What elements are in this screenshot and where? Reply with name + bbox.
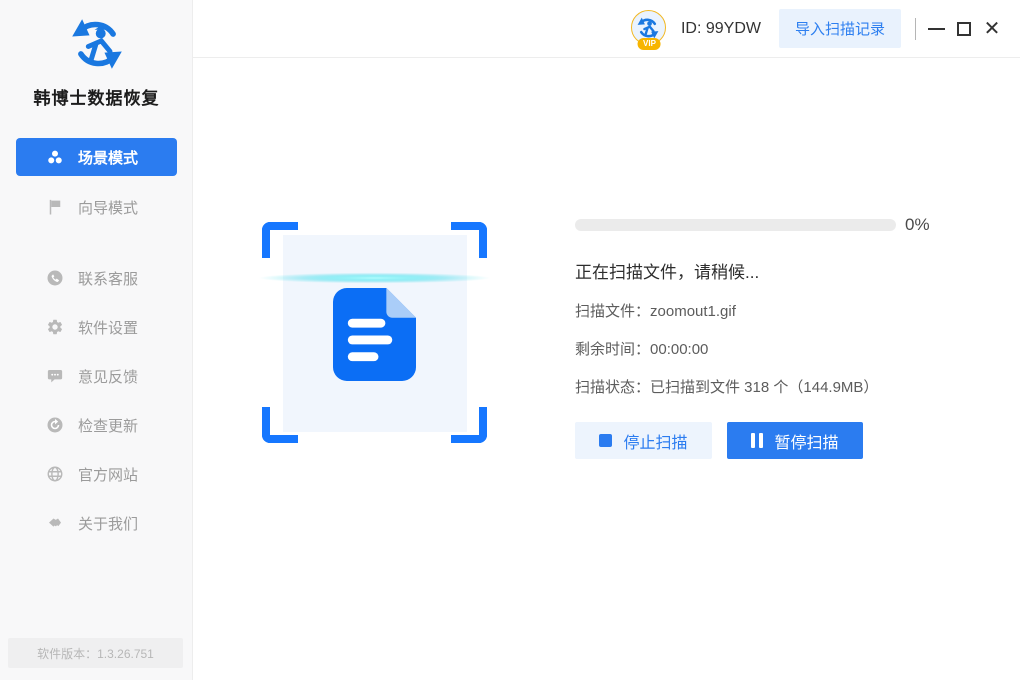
scan-state-value: 已扫描到文件 318 个（144.9MB） bbox=[650, 379, 878, 396]
settings-icon bbox=[46, 318, 64, 336]
minimize-icon bbox=[928, 28, 945, 30]
close-button[interactable]: ✕ bbox=[978, 15, 1006, 43]
sidebar-item-label: 意见反馈 bbox=[78, 366, 138, 387]
feedback-icon bbox=[46, 367, 64, 385]
remaining-time-value: 00:00:00 bbox=[650, 341, 708, 358]
scan-animation bbox=[262, 222, 487, 443]
main-content: 0% 正在扫描文件，请稍候... 扫描文件：zoomout1.gif 剩余时间：… bbox=[194, 59, 1020, 680]
sidebar-item-scene-mode[interactable]: 场景模式 bbox=[16, 138, 177, 176]
maximize-button[interactable] bbox=[950, 15, 978, 43]
wizard-mode-icon bbox=[46, 198, 64, 216]
progress-bar bbox=[575, 219, 896, 231]
viewfinder-corner-icon bbox=[262, 407, 298, 443]
sidebar-item-label: 检查更新 bbox=[78, 415, 138, 436]
sidebar-item-label: 关于我们 bbox=[78, 513, 138, 534]
maximize-icon bbox=[957, 22, 971, 36]
sidebar-item-wizard-mode[interactable]: 向导模式 bbox=[16, 188, 177, 226]
sidebar: 韩博士数据恢复 场景模式 向导模式 联系客服 软件设置 bbox=[0, 0, 193, 680]
scan-file-row: 扫描文件：zoomout1.gif bbox=[575, 300, 1015, 321]
pause-scan-label: 暂停扫描 bbox=[774, 429, 838, 453]
document-icon bbox=[333, 288, 416, 381]
scan-file-label: 扫描文件： bbox=[575, 303, 650, 320]
import-scan-records-button[interactable]: 导入扫描记录 bbox=[779, 9, 901, 48]
remaining-time-row: 剩余时间：00:00:00 bbox=[575, 338, 1015, 359]
sidebar-item-label: 官方网站 bbox=[78, 464, 138, 485]
sidebar-item-customer-service[interactable]: 联系客服 bbox=[16, 259, 177, 297]
sidebar-item-feedback[interactable]: 意见反馈 bbox=[16, 357, 177, 395]
sidebar-item-label: 联系客服 bbox=[78, 268, 138, 289]
sidebar-item-official-website[interactable]: 官方网站 bbox=[16, 455, 177, 493]
pause-scan-button[interactable]: 暂停扫描 bbox=[727, 422, 863, 459]
minimize-button[interactable] bbox=[922, 15, 950, 43]
official-website-icon bbox=[46, 465, 64, 483]
scan-state-row: 扫描状态：已扫描到文件 318 个（144.9MB） bbox=[575, 376, 1015, 397]
close-icon: ✕ bbox=[984, 19, 1001, 39]
scan-state-label: 扫描状态： bbox=[575, 379, 650, 396]
check-update-icon bbox=[46, 416, 64, 434]
pause-icon bbox=[751, 433, 763, 448]
stop-scan-button[interactable]: 停止扫描 bbox=[575, 422, 712, 459]
viewfinder-corner-icon bbox=[451, 222, 487, 258]
app-version: 软件版本：1.3.26.751 bbox=[8, 638, 183, 668]
sidebar-item-about-us[interactable]: 关于我们 bbox=[16, 504, 177, 542]
about-us-icon bbox=[46, 514, 64, 532]
header: VIP ID: 99YDW 导入扫描记录 ✕ bbox=[193, 0, 1020, 58]
user-avatar[interactable]: VIP bbox=[631, 10, 668, 47]
sidebar-item-label: 软件设置 bbox=[78, 317, 138, 338]
sidebar-item-label: 场景模式 bbox=[78, 147, 138, 168]
stop-scan-label: 停止扫描 bbox=[623, 429, 687, 453]
stop-icon bbox=[599, 434, 612, 447]
app-title: 韩博士数据恢复 bbox=[0, 84, 193, 109]
scan-file-value: zoomout1.gif bbox=[650, 303, 736, 320]
remaining-time-label: 剩余时间： bbox=[575, 341, 650, 358]
app-logo-icon bbox=[0, 12, 193, 81]
scan-line bbox=[254, 272, 495, 284]
viewfinder-corner-icon bbox=[451, 407, 487, 443]
scan-info-panel: 0% 正在扫描文件，请稍候... 扫描文件：zoomout1.gif 剩余时间：… bbox=[575, 215, 1015, 459]
customer-service-icon bbox=[46, 269, 64, 287]
app-window: 韩博士数据恢复 场景模式 向导模式 联系客服 软件设置 bbox=[0, 0, 1020, 680]
scene-mode-icon bbox=[46, 148, 64, 166]
sidebar-item-label: 向导模式 bbox=[78, 197, 138, 218]
progress-row: 0% bbox=[575, 215, 1015, 235]
viewfinder-corner-icon bbox=[262, 222, 298, 258]
vip-badge: VIP bbox=[638, 38, 661, 50]
sidebar-item-settings[interactable]: 软件设置 bbox=[16, 308, 177, 346]
progress-percent: 0% bbox=[905, 215, 930, 235]
scan-buttons: 停止扫描 暂停扫描 bbox=[575, 422, 1015, 459]
user-id: ID: 99YDW bbox=[681, 20, 761, 38]
scan-status-message: 正在扫描文件，请稍候... bbox=[575, 258, 1015, 283]
sidebar-item-check-update[interactable]: 检查更新 bbox=[16, 406, 177, 444]
header-divider bbox=[915, 18, 916, 40]
